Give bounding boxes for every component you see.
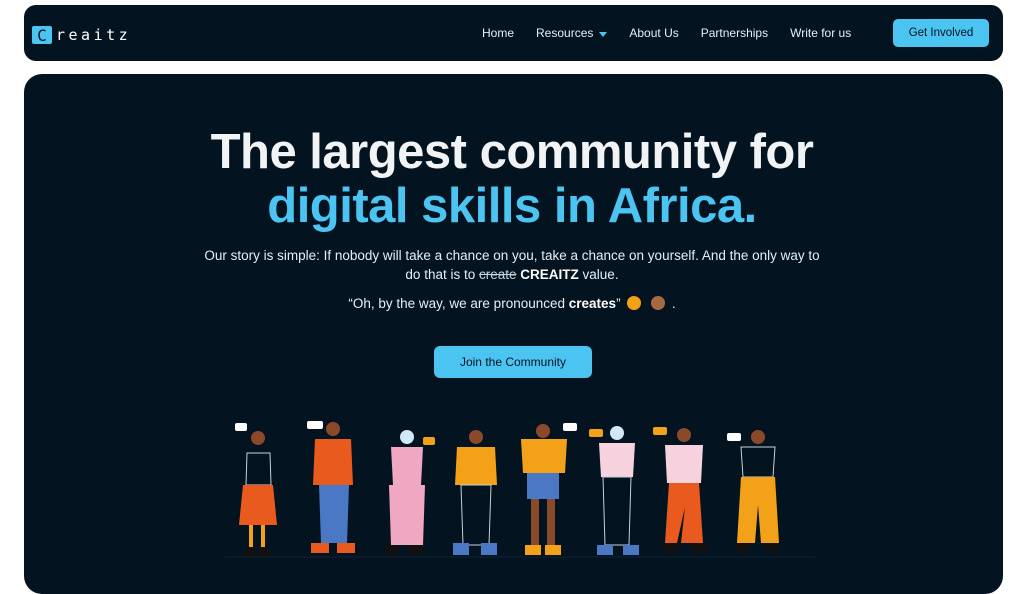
creaitz-logo[interactable]: C reaitz bbox=[32, 25, 131, 45]
person-3 bbox=[385, 430, 435, 555]
nav-resources[interactable]: Resources bbox=[536, 26, 608, 40]
quote-bold: creates bbox=[568, 296, 617, 311]
top-navbar: C reaitz Home Resources About Us Partner… bbox=[24, 5, 1003, 61]
community-people-illustration bbox=[225, 421, 815, 558]
story-suffix: value. bbox=[582, 267, 619, 282]
nav-links: Home Resources About Us Partnerships Wri… bbox=[482, 5, 873, 61]
nav-write-for-us[interactable]: Write for us bbox=[790, 26, 851, 40]
hero-headline: The largest community for digital skills… bbox=[0, 125, 1024, 233]
logo-mark: C bbox=[32, 26, 52, 45]
person-8 bbox=[727, 430, 779, 553]
nav-home[interactable]: Home bbox=[482, 26, 514, 40]
person-4 bbox=[453, 430, 497, 555]
person-7 bbox=[653, 427, 707, 553]
pronunciation-quote: “Oh, by the way, we are pronounced creat… bbox=[0, 296, 1024, 311]
nav-about-us[interactable]: About Us bbox=[629, 26, 678, 40]
quote-suffix: ” bbox=[616, 296, 621, 311]
ok-hand-emoji-icon bbox=[651, 296, 666, 310]
person-1 bbox=[235, 423, 277, 557]
story-bold: CREAITZ bbox=[520, 267, 579, 282]
logo-text: reaitz bbox=[56, 26, 132, 44]
headline-line-1: The largest community for bbox=[210, 125, 814, 179]
nav-resources-label: Resources bbox=[536, 26, 594, 40]
story-line-1: Our story is simple: If nobody will take… bbox=[204, 248, 820, 263]
get-involved-button[interactable]: Get Involved bbox=[893, 19, 989, 47]
nav-partnerships[interactable]: Partnerships bbox=[701, 26, 768, 40]
story-line-2-prefix: do that is to bbox=[405, 267, 476, 282]
join-community-button[interactable]: Join the Community bbox=[434, 346, 592, 378]
kiss-emoji-icon bbox=[627, 296, 642, 310]
chevron-down-icon bbox=[599, 31, 608, 37]
quote-prefix: “Oh, by the way, we are pronounced bbox=[348, 296, 565, 311]
person-6 bbox=[589, 426, 639, 555]
headline-line-2: digital skills in Africa. bbox=[267, 179, 757, 233]
story-strike: create bbox=[478, 267, 517, 282]
person-5 bbox=[521, 423, 577, 555]
person-2 bbox=[307, 421, 355, 553]
quote-end: . bbox=[671, 296, 676, 311]
hero-story: Our story is simple: If nobody will take… bbox=[190, 246, 834, 284]
